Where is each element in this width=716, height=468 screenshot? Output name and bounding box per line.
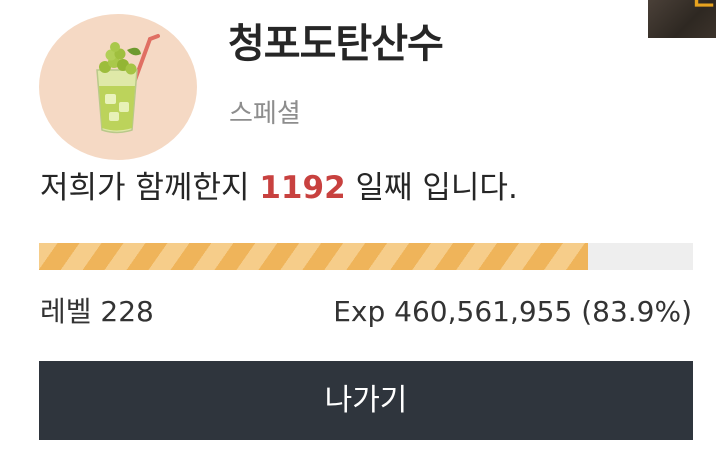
- profile-name: 청포도탄산수: [228, 21, 444, 67]
- exp-label: Exp 460,561,955 (83.9%): [333, 295, 692, 328]
- green-drink-icon: [96, 34, 160, 134]
- days-prefix: 저희가 함께한지: [40, 170, 260, 206]
- days-together-text: 저희가 함께한지 1192 일째 입니다.: [40, 166, 518, 210]
- exp-progress-fill: [39, 243, 588, 270]
- exp-progress-bar: [39, 243, 693, 270]
- days-suffix: 일째 입니다.: [345, 170, 518, 206]
- exit-button[interactable]: 나가기: [39, 361, 693, 440]
- corner-thumbnail[interactable]: ㄹ: [648, 0, 716, 38]
- level-label: 레벨 228: [40, 295, 154, 328]
- profile-grade: 스페셜: [229, 99, 301, 129]
- days-count: 1192: [259, 170, 346, 206]
- profile-avatar: [39, 14, 197, 160]
- thumbnail-glyph: ㄹ: [690, 0, 716, 18]
